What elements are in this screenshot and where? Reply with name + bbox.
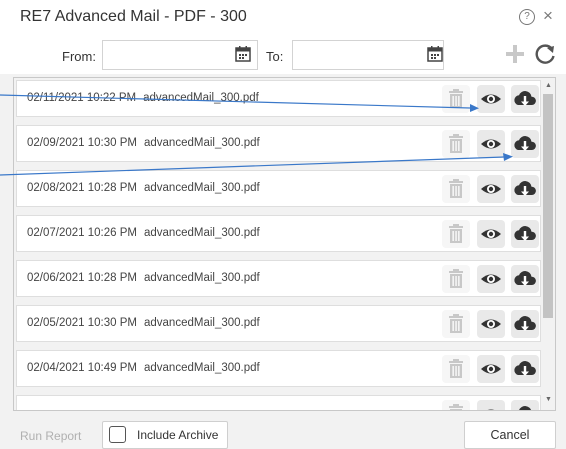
annotation-arrows	[0, 94, 513, 176]
annotation-arrow-download	[0, 156, 505, 176]
annotation-arrowhead-download	[503, 153, 513, 161]
annotation-arrow-view	[0, 94, 471, 109]
annotation-arrowhead-view	[470, 104, 479, 112]
